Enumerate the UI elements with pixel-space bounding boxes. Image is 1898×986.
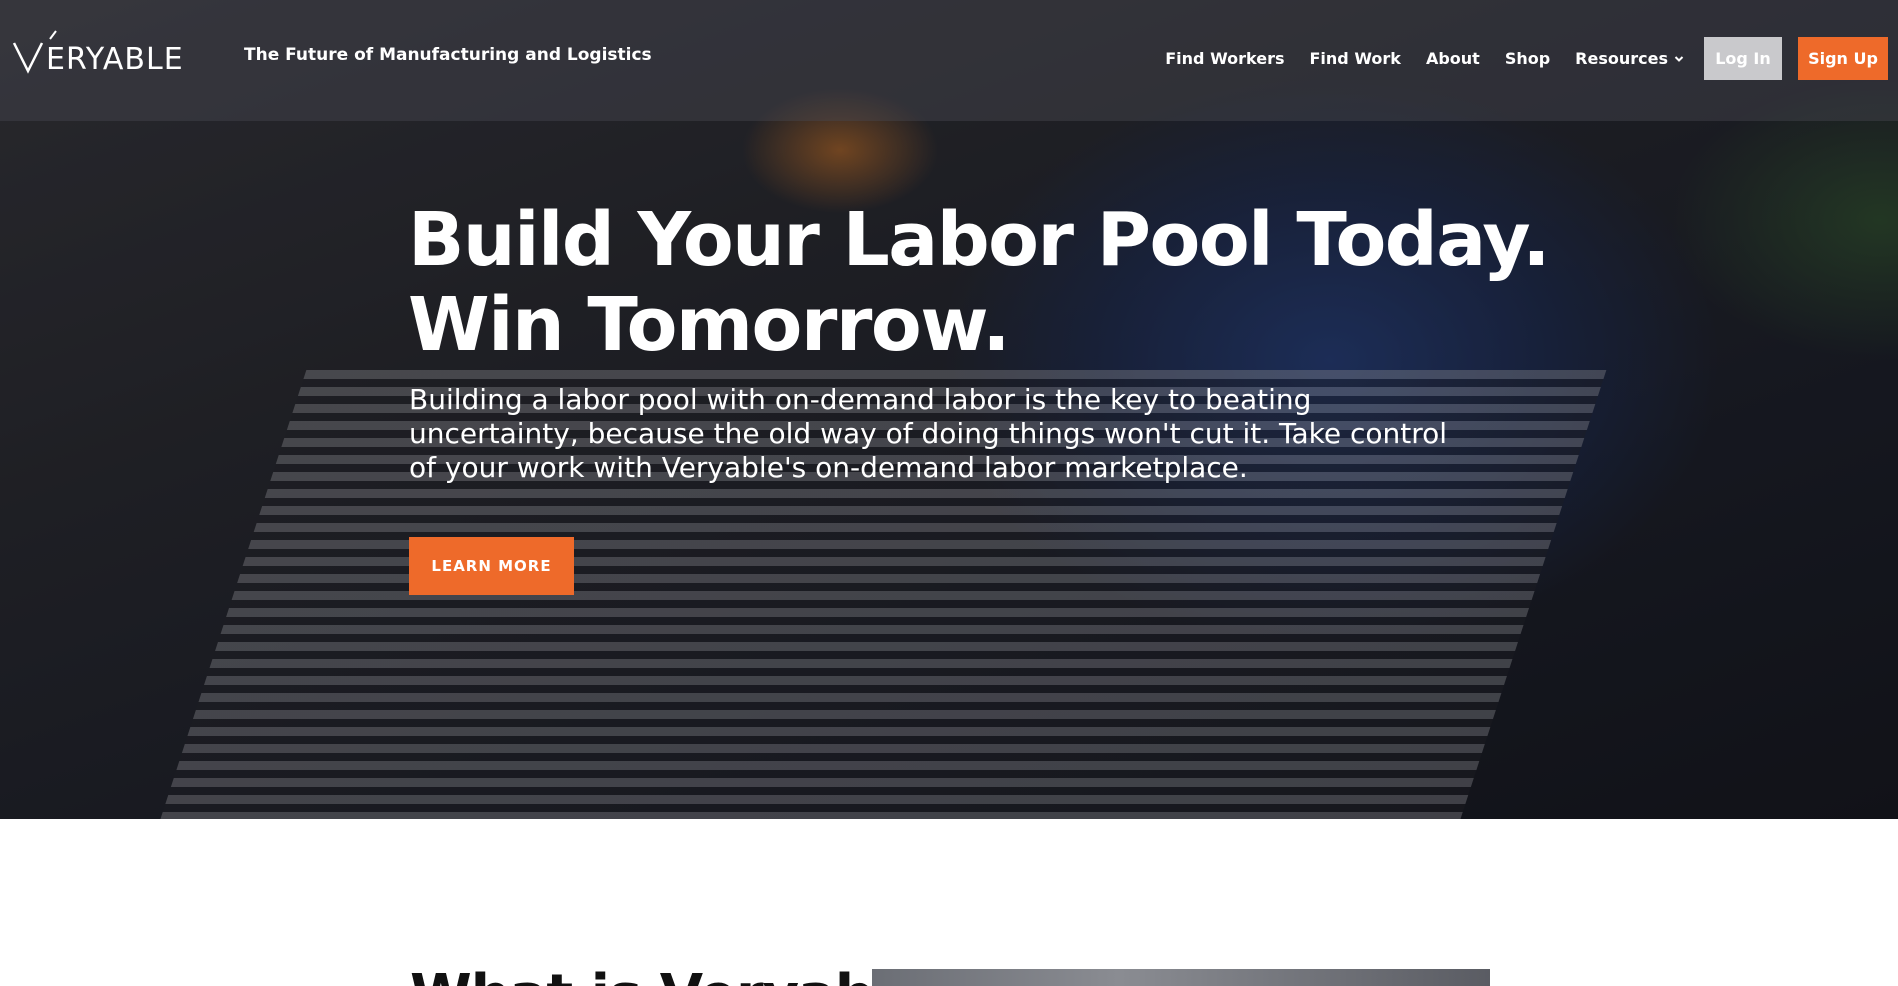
hero-subtext: Building a labor pool with on-demand lab… <box>409 383 1448 484</box>
top-navigation-bar: ERYABLE The Future of Manufacturing and … <box>0 0 1898 121</box>
hero-section: ERYABLE The Future of Manufacturing and … <box>0 0 1898 819</box>
nav-label: Find Work <box>1309 49 1401 68</box>
nav-label: Shop <box>1504 49 1551 68</box>
veryable-logo-icon: ERYABLE <box>12 30 184 75</box>
nav-find-workers[interactable]: Find Workers <box>1165 49 1284 68</box>
signup-button[interactable]: Sign Up <box>1798 37 1888 80</box>
svg-text:ERYABLE: ERYABLE <box>46 42 184 75</box>
nav-find-work[interactable]: Find Work <box>1310 49 1401 68</box>
main-nav: Find Workers Find Work About Shop Resour… <box>1140 37 1888 80</box>
section-image <box>872 969 1490 986</box>
nav-resources-dropdown[interactable]: Resources <box>1575 49 1684 68</box>
hero-headline: Build Your Labor Pool Today. Win Tomorro… <box>408 198 1608 368</box>
hero-headline-line-2: Win Tomorrow. <box>408 282 1010 368</box>
nav-shop[interactable]: Shop <box>1505 49 1550 68</box>
nav-label: Find Workers <box>1165 49 1285 68</box>
login-button[interactable]: Log In <box>1704 37 1782 80</box>
logo[interactable]: ERYABLE <box>12 28 212 76</box>
nav-about[interactable]: About <box>1426 49 1480 68</box>
chevron-down-icon <box>1674 55 1684 62</box>
learn-more-button[interactable]: LEARN MORE <box>409 537 574 595</box>
site-tagline: The Future of Manufacturing and Logistic… <box>244 45 652 65</box>
nav-label: About <box>1425 49 1480 68</box>
hero-headline-line-1: Build Your Labor Pool Today. <box>408 197 1551 283</box>
nav-label: Resources <box>1575 49 1668 68</box>
